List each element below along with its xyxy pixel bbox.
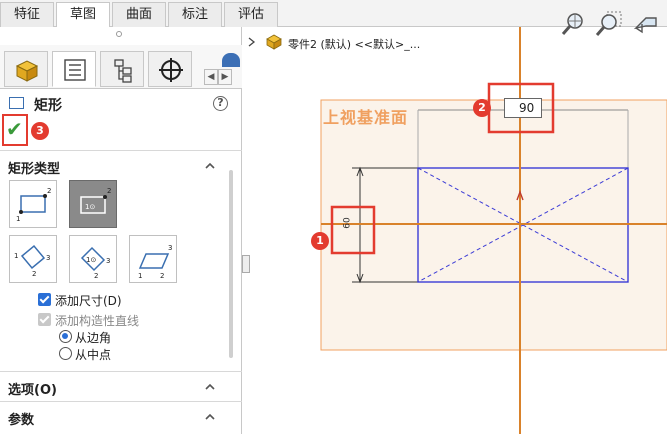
- step-marker-1: 1: [311, 232, 329, 250]
- part-icon: [266, 34, 282, 50]
- dimension-input[interactable]: 90: [504, 98, 542, 118]
- zoom-to-area-icon[interactable]: [595, 10, 623, 38]
- sketch-canvas[interactable]: [0, 0, 667, 434]
- feature-tree-breadcrumb[interactable]: 零件2 (默认) <<默认>_...: [288, 36, 420, 52]
- vertical-dimension-value[interactable]: 60: [343, 217, 353, 228]
- previous-view-icon[interactable]: [632, 10, 660, 38]
- expand-tree-icon[interactable]: [248, 37, 256, 47]
- plane-label: 上视基准面: [323, 108, 409, 127]
- zoom-to-fit-icon[interactable]: [560, 10, 588, 38]
- step-marker-2: 2: [473, 99, 491, 117]
